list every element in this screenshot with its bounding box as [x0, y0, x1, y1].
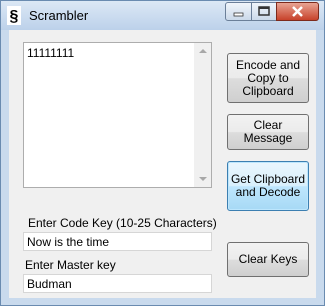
- close-icon: [292, 6, 303, 17]
- title-bar[interactable]: § Scrambler: [1, 1, 324, 30]
- minimize-button[interactable]: [225, 2, 252, 21]
- window-title: Scrambler: [29, 8, 89, 23]
- maximize-icon: [258, 6, 270, 16]
- message-textarea[interactable]: 11111111: [23, 42, 212, 188]
- minimize-icon: [233, 12, 244, 17]
- close-button[interactable]: [276, 2, 319, 21]
- code-key-input[interactable]: Now is the time: [23, 232, 212, 251]
- client-area: 11111111 Enter Code Key (10-25 Character…: [9, 30, 316, 298]
- master-key-label: Enter Master key: [25, 258, 116, 272]
- code-key-label: Enter Code Key (10-25 Characters): [28, 216, 217, 230]
- vertical-scrollbar[interactable]: [194, 43, 211, 187]
- app-window: § Scrambler 11111111 Enter Code Key (10-…: [0, 0, 325, 306]
- decode-button[interactable]: Get Clipboard and Decode: [227, 161, 309, 211]
- svg-text:§: §: [10, 8, 19, 25]
- scroll-up-icon[interactable]: [199, 49, 207, 53]
- master-key-input[interactable]: Budman: [23, 274, 212, 293]
- scroll-down-icon[interactable]: [199, 177, 207, 181]
- app-icon: §: [7, 6, 21, 25]
- clear-keys-button[interactable]: Clear Keys: [227, 242, 309, 277]
- encode-button[interactable]: Encode and Copy to Clipboard: [227, 53, 309, 103]
- clear-message-button[interactable]: Clear Message: [227, 114, 309, 150]
- message-text: 11111111: [27, 46, 75, 60]
- maximize-button[interactable]: [251, 2, 277, 21]
